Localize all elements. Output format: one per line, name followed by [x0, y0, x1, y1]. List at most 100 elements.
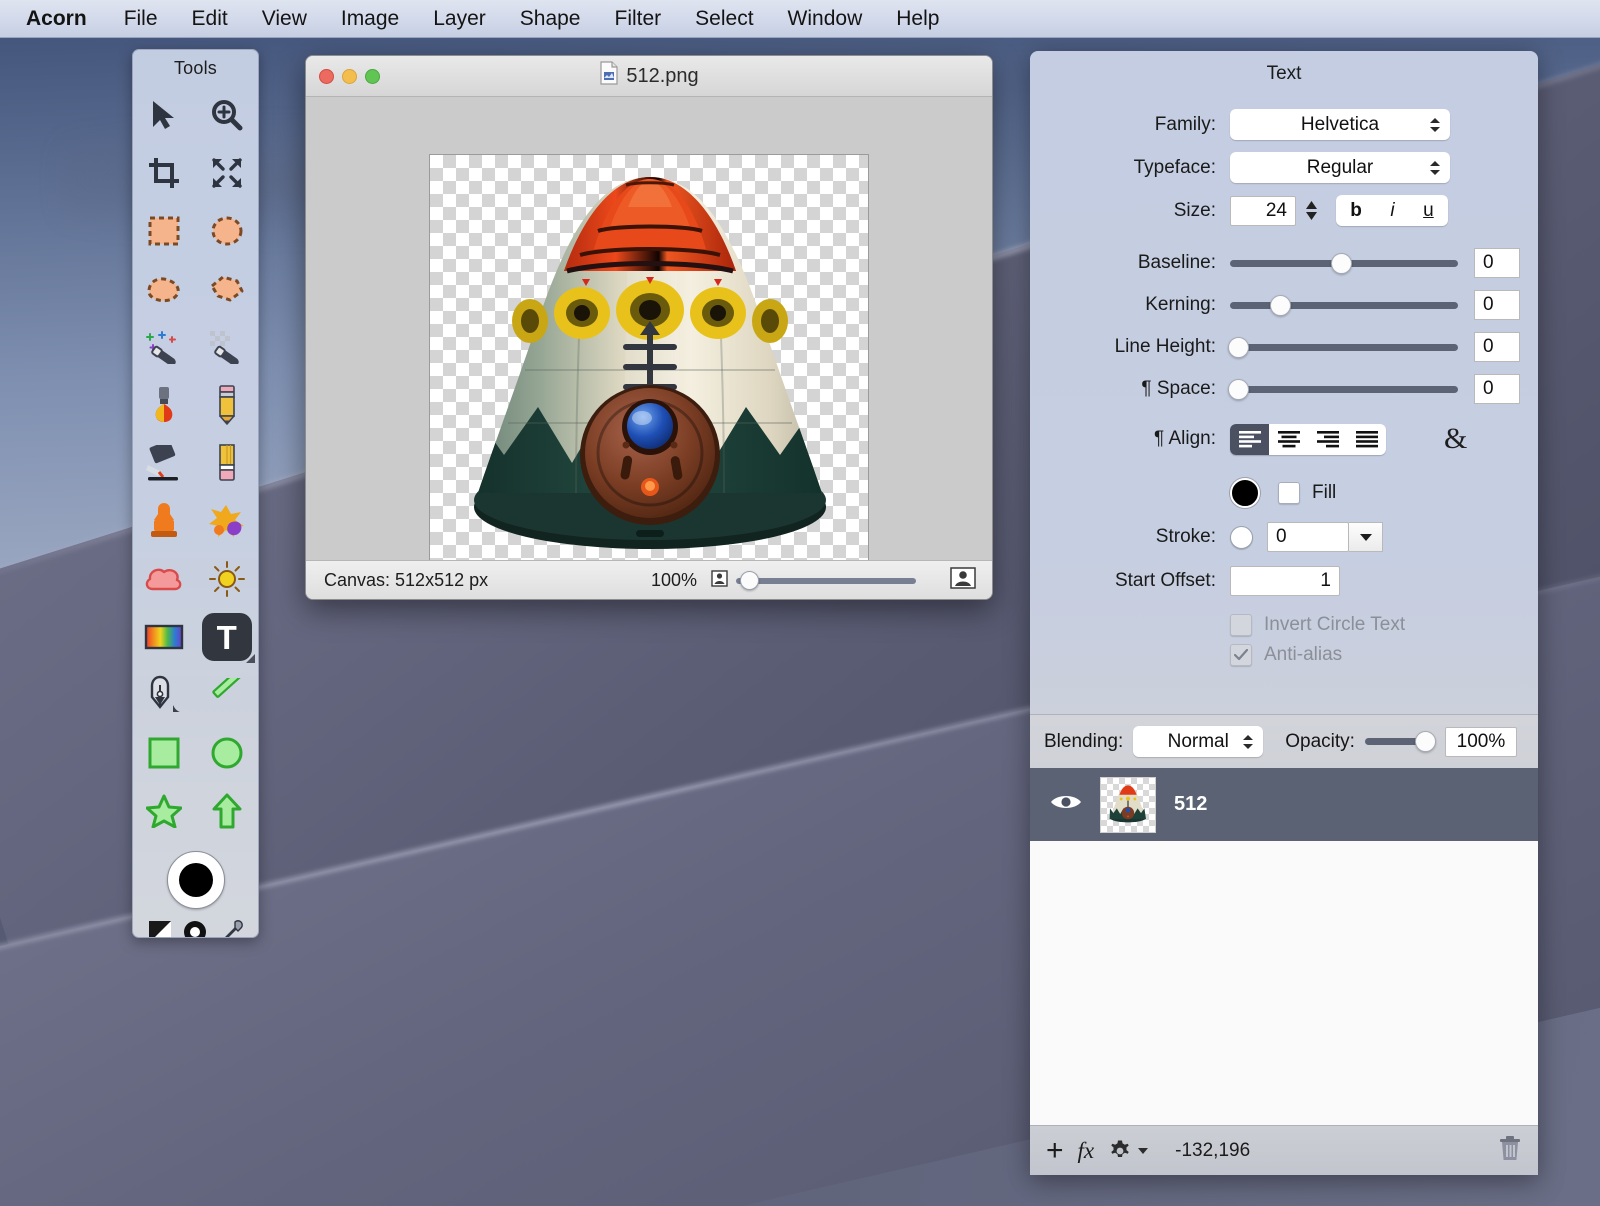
default-colors-swatch[interactable] [149, 921, 171, 938]
layer-visibility-eye-icon[interactable] [1050, 792, 1082, 817]
bold-button[interactable]: b [1350, 200, 1362, 222]
menu-item-filter[interactable]: Filter [598, 6, 679, 31]
font-size-stepper[interactable] [1305, 201, 1318, 220]
magic-wand-tool[interactable] [136, 321, 192, 373]
text-tool[interactable]: T [199, 611, 255, 663]
start-offset-input[interactable]: 1 [1230, 566, 1340, 596]
stroke-width-input[interactable]: 0 [1267, 522, 1349, 552]
baseline-slider-thumb[interactable] [1331, 253, 1352, 274]
star-tool[interactable] [136, 785, 192, 837]
italic-button[interactable]: i [1390, 200, 1394, 222]
clone-stamp-tool[interactable] [136, 495, 192, 547]
zoom-slider[interactable] [711, 570, 916, 592]
rectangular-select-tool[interactable] [136, 205, 192, 257]
color-well-background[interactable] [167, 851, 225, 909]
space-capsule-icon [430, 155, 869, 591]
anti-alias-label: Anti-alias [1264, 644, 1342, 666]
eraser-tool[interactable] [199, 437, 255, 489]
stroke-label: Stroke: [1030, 526, 1230, 548]
opacity-slider[interactable] [1365, 738, 1433, 745]
smudge-tool[interactable] [199, 495, 255, 547]
opacity-value-input[interactable]: 100% [1445, 727, 1517, 757]
paint-bucket-tool[interactable] [136, 437, 192, 489]
align-justify-button[interactable] [1347, 424, 1386, 455]
line-height-slider[interactable] [1230, 344, 1458, 351]
canvas-area[interactable] [306, 97, 992, 560]
color-well-foreground[interactable] [179, 863, 213, 897]
font-size-input[interactable]: 24 [1230, 196, 1296, 226]
layer-row[interactable]: 512 [1030, 768, 1538, 841]
menu-item-image[interactable]: Image [324, 6, 416, 31]
layers-list[interactable]: 512 [1030, 768, 1538, 1125]
arrow-shape-tool[interactable] [199, 785, 255, 837]
canvas-transparency-grid[interactable] [429, 154, 869, 591]
blur-tool[interactable] [136, 553, 192, 605]
layer-effects-button[interactable]: fx [1078, 1138, 1095, 1164]
transform-tool[interactable] [199, 147, 255, 199]
menu-item-acorn[interactable]: Acorn [18, 6, 107, 31]
kerning-slider[interactable] [1230, 302, 1458, 309]
zoom-slider-track[interactable] [736, 578, 916, 584]
eyedropper-icon[interactable] [219, 920, 243, 938]
anti-alias-checkbox[interactable] [1230, 644, 1252, 666]
ampersand-icon[interactable]: & [1444, 422, 1467, 456]
fill-checkbox[interactable] [1278, 482, 1300, 504]
document-title-bar[interactable]: 512.png [306, 56, 992, 97]
bezier-pen-tool[interactable] [136, 669, 192, 721]
add-layer-button[interactable]: + [1046, 1136, 1064, 1166]
baseline-value[interactable]: 0 [1474, 248, 1520, 278]
swap-colors-button[interactable] [183, 920, 207, 938]
font-family-select[interactable]: Helvetica [1230, 109, 1450, 140]
line-height-slider-thumb[interactable] [1228, 337, 1249, 358]
gradient-tool[interactable] [136, 611, 192, 663]
zoom-out-icon[interactable] [711, 570, 728, 592]
rectangle-tool[interactable] [136, 727, 192, 779]
kerning-value[interactable]: 0 [1474, 290, 1520, 320]
layer-settings-button[interactable] [1108, 1139, 1149, 1163]
pencil-tool[interactable] [199, 379, 255, 431]
line-tool[interactable] [199, 669, 255, 721]
typeface-select[interactable]: Regular [1230, 152, 1450, 183]
align-right-button[interactable] [1308, 424, 1347, 455]
zoom-tool[interactable] [199, 89, 255, 141]
menu-item-select[interactable]: Select [678, 6, 770, 31]
menu-item-window[interactable]: Window [771, 6, 880, 31]
blending-mode-select[interactable]: Normal [1133, 726, 1263, 757]
lasso-select-tool[interactable] [136, 263, 192, 315]
paint-brush-tool[interactable] [136, 379, 192, 431]
zoom-in-icon[interactable] [950, 567, 976, 594]
menu-item-file[interactable]: File [107, 6, 175, 31]
menu-item-help[interactable]: Help [879, 6, 956, 31]
oval-tool[interactable] [199, 727, 255, 779]
chevron-updown-icon [1429, 160, 1441, 176]
delete-layer-button[interactable] [1498, 1135, 1522, 1167]
fill-color-well[interactable] [1230, 478, 1260, 508]
stroke-dropdown-button[interactable] [1349, 522, 1383, 552]
instant-alpha-tool[interactable] [199, 321, 255, 373]
baseline-slider[interactable] [1230, 260, 1458, 267]
dodge-burn-tool[interactable] [199, 553, 255, 605]
text-tool-selected-chip[interactable]: T [202, 613, 252, 661]
zoom-slider-thumb[interactable] [740, 571, 759, 590]
menu-item-shape[interactable]: Shape [503, 6, 598, 31]
paragraph-space-slider[interactable] [1230, 386, 1458, 393]
line-height-value[interactable]: 0 [1474, 332, 1520, 362]
layer-thumbnail[interactable] [1100, 777, 1156, 833]
menu-item-layer[interactable]: Layer [416, 6, 503, 31]
opacity-slider-thumb[interactable] [1415, 731, 1436, 752]
crop-tool[interactable] [136, 147, 192, 199]
paragraph-space-value[interactable]: 0 [1474, 374, 1520, 404]
polygon-select-tool[interactable] [199, 263, 255, 315]
menu-item-edit[interactable]: Edit [175, 6, 245, 31]
menu-item-view[interactable]: View [245, 6, 324, 31]
underline-button[interactable]: u [1423, 200, 1434, 222]
move-tool[interactable] [136, 89, 192, 141]
stroke-color-well[interactable] [1230, 526, 1253, 549]
color-well[interactable] [133, 851, 258, 909]
align-center-button[interactable] [1269, 424, 1308, 455]
invert-circle-text-checkbox[interactable] [1230, 614, 1252, 636]
kerning-slider-thumb[interactable] [1270, 295, 1291, 316]
paragraph-space-slider-thumb[interactable] [1228, 379, 1249, 400]
align-left-button[interactable] [1230, 424, 1269, 455]
elliptical-select-tool[interactable] [199, 205, 255, 257]
